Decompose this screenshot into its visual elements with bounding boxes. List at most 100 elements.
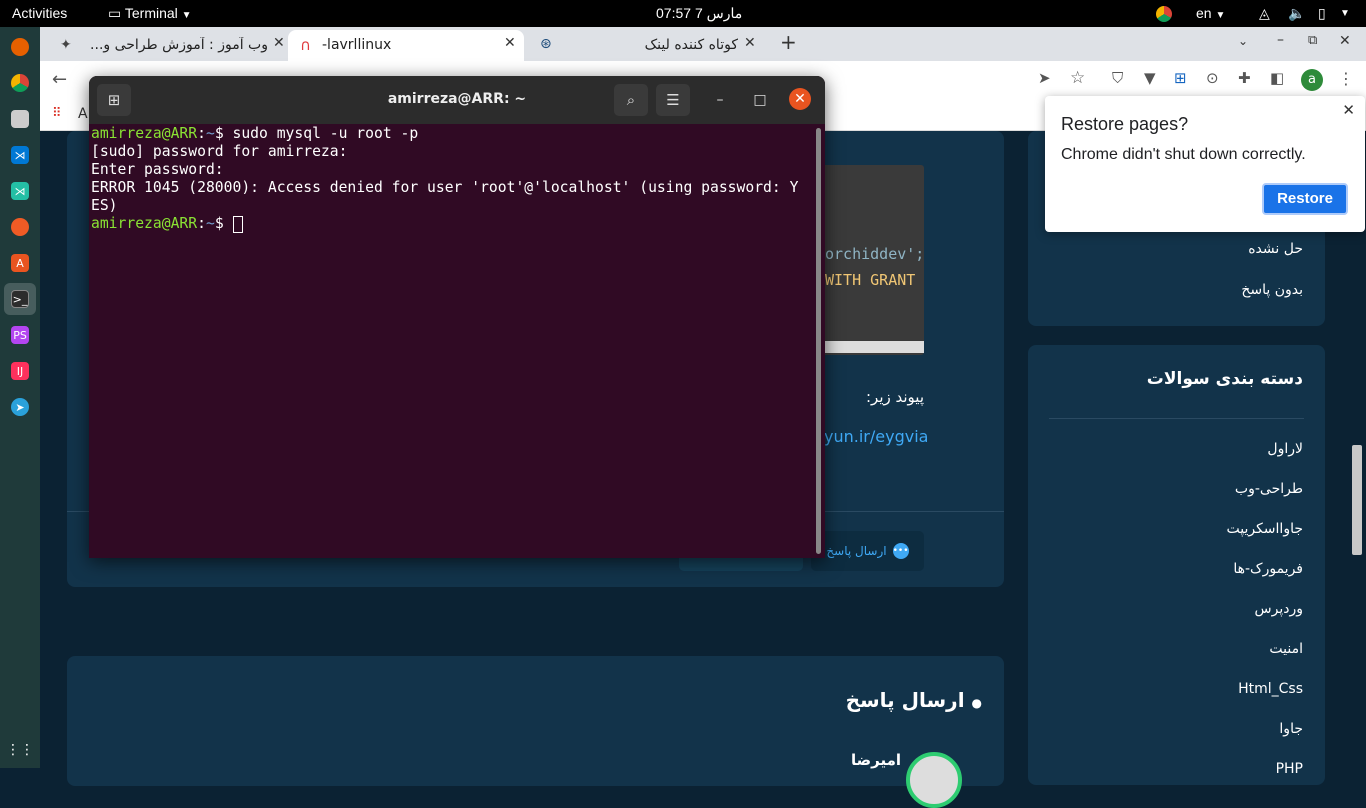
maximize-icon[interactable]: □	[748, 88, 772, 112]
bullet-icon: ●	[971, 696, 982, 710]
prompt-line: amirreza@ARR:~$	[91, 215, 811, 233]
close-icon[interactable]: ✕	[273, 35, 285, 51]
clock[interactable]: 07:57 مارس 7	[656, 5, 742, 22]
avatar	[906, 752, 962, 808]
telegram-icon[interactable]: ➤	[11, 398, 29, 416]
profile-avatar[interactable]: a	[1301, 69, 1323, 91]
chrome-tab-strip: ✦ وب آموز : آموزش طراحی و... ✕ ∩ -lavrll…	[40, 27, 1366, 61]
firefox-icon[interactable]	[11, 38, 29, 56]
side-panel-icon[interactable]: ◧	[1270, 69, 1284, 87]
category-web-design[interactable]: طراحی-وب	[1235, 481, 1303, 497]
category-php[interactable]: PHP	[1276, 761, 1303, 777]
hamburger-menu-icon[interactable]: ☰	[656, 84, 690, 116]
minimize-icon[interactable]: –	[1277, 32, 1284, 48]
chrome-menu-icon[interactable]: ⋮	[1338, 69, 1354, 88]
tab-webamooz[interactable]: ✦ وب آموز : آموزش طراحی و... ✕	[48, 30, 288, 61]
category-html-css[interactable]: Html_Css	[1238, 681, 1303, 697]
terminal-output[interactable]: amirreza@ARR:~$ sudo mysql -u root -p [su…	[91, 125, 811, 233]
minimize-icon[interactable]: –	[708, 88, 732, 112]
vscode-icon[interactable]: ⋊	[11, 146, 29, 164]
restore-button[interactable]: Restore	[1262, 183, 1348, 215]
code-line: orchiddev';	[825, 245, 925, 263]
short-link[interactable]: yun.ir/eygvia	[824, 427, 928, 446]
output-line: ERROR 1045 (28000): Access denied for us…	[91, 179, 799, 196]
output-line: [sudo] password for amirreza:	[91, 143, 348, 160]
send-reply-button[interactable]: ••• ارسال پاسخ	[811, 531, 924, 571]
extension-v-icon[interactable]: ▼	[1144, 69, 1156, 87]
link-label: پیوند زیر:	[865, 388, 924, 406]
terminal-window[interactable]: ⊞ amirreza@ARR: ~ ⌕ ☰ – □ ✕ amirreza@ARR…	[89, 76, 825, 558]
filter-unsolved[interactable]: حل نشده	[1248, 241, 1303, 257]
language-indicator[interactable]: en ▼	[1196, 5, 1225, 21]
close-icon[interactable]: ✕	[504, 35, 516, 51]
chrome-icon[interactable]	[11, 74, 29, 92]
close-icon[interactable]: ✕	[1342, 101, 1355, 119]
terminal-header-bar[interactable]: ⊞ amirreza@ARR: ~ ⌕ ☰ – □ ✕	[89, 76, 825, 124]
vscode-insiders-icon[interactable]: ⋊	[11, 182, 29, 200]
software-icon[interactable]: A	[11, 254, 29, 272]
page-scrollbar-thumb[interactable]	[1352, 445, 1362, 555]
category-security[interactable]: امنیت	[1269, 641, 1303, 657]
new-tab-button[interactable]: +	[780, 30, 797, 54]
category-java[interactable]: جاوا	[1279, 721, 1303, 737]
bookmark-item[interactable]: A	[78, 106, 88, 122]
tab-lavrllinux[interactable]: ∩ -lavrllinux ✕	[288, 30, 524, 61]
chevron-down-icon: ▼	[1215, 10, 1226, 21]
restore-title: Restore pages?	[1061, 114, 1189, 134]
category-frameworks[interactable]: فریمورک-ها	[1233, 561, 1303, 577]
tab-title: وب آموز : آموزش طراحی و...	[90, 37, 268, 53]
tab-title: کوتاه کننده لینک	[644, 37, 738, 53]
site-favicon-icon: ∩	[300, 36, 311, 54]
extensions-puzzle-icon[interactable]: ✚	[1238, 69, 1251, 87]
network-icon[interactable]: ◬	[1259, 5, 1270, 22]
cursor	[232, 215, 243, 233]
tab-title: -lavrllinux	[322, 37, 392, 53]
send-tab-icon[interactable]: ➤	[1038, 69, 1051, 87]
volume-icon[interactable]: 🔈	[1288, 5, 1305, 22]
terminal-scrollbar[interactable]	[816, 128, 821, 554]
back-arrow-icon[interactable]: ←	[52, 69, 67, 90]
category-laravel[interactable]: لاراول	[1267, 441, 1303, 457]
close-icon[interactable]: ✕	[789, 88, 811, 110]
category-wordpress[interactable]: وردپرس	[1255, 601, 1303, 617]
app-menu-label: Terminal	[124, 5, 178, 21]
command-text: sudo mysql -u root -p	[232, 125, 419, 142]
language-label: en	[1196, 5, 1212, 21]
terminal-icon[interactable]: >_	[11, 290, 29, 308]
tab-link-shortener[interactable]: ⊛ کوتاه کننده لینک ✕	[528, 30, 764, 61]
close-icon[interactable]: ✕	[744, 35, 756, 51]
gnome-top-bar: Activities ▭ Terminal ▼ 07:57 مارس 7 en …	[0, 0, 1366, 27]
restore-message: Chrome didn't shut down correctly.	[1061, 146, 1306, 163]
app-grid-icon[interactable]: ⋮⋮	[6, 741, 34, 759]
activities-button[interactable]: Activities	[12, 5, 67, 21]
categories-card: دسته بندی سوالات لاراول طراحی-وب جاوااسک…	[1028, 345, 1325, 785]
files-icon[interactable]	[11, 110, 29, 128]
extension-toolbox-icon[interactable]: ⊞	[1174, 69, 1187, 87]
intellij-icon[interactable]: IJ	[11, 362, 29, 380]
comment-icon: •••	[892, 543, 909, 559]
shortener-favicon-icon: ⊛	[540, 36, 552, 52]
output-line: Enter password:	[91, 161, 224, 178]
filter-no-answer[interactable]: بدون پاسخ	[1241, 282, 1303, 298]
tab-search-icon[interactable]: ⌄	[1238, 34, 1248, 48]
extension-code-icon[interactable]: ⊙	[1206, 69, 1219, 87]
chevron-down-icon: ▼	[181, 10, 192, 21]
category-javascript[interactable]: جاوااسکریپت	[1226, 521, 1303, 537]
postman-icon[interactable]	[11, 218, 29, 236]
phpstorm-icon[interactable]: PS	[11, 326, 29, 344]
apps-grid-icon[interactable]: ⠿	[52, 106, 62, 121]
search-icon[interactable]: ⌕	[614, 84, 648, 116]
battery-icon[interactable]: ▯	[1318, 5, 1326, 22]
command-line: amirreza@ARR:~$ sudo mysql -u root -p	[91, 125, 419, 142]
reply-heading: ● ارسال پاسخ	[846, 688, 982, 712]
prompt-user: amirreza@ARR	[91, 125, 198, 142]
extension-shield-icon[interactable]: ⛉	[1112, 69, 1123, 87]
code-scrollbar[interactable]	[825, 341, 924, 353]
app-menu[interactable]: ▭ Terminal ▼	[108, 5, 192, 22]
restore-window-icon[interactable]: ⧉	[1308, 33, 1317, 48]
close-window-icon[interactable]: ✕	[1339, 33, 1351, 49]
prompt-path: ~	[205, 125, 215, 142]
bookmark-star-icon[interactable]: ☆	[1070, 68, 1085, 88]
system-menu-chevron-icon[interactable]: ▼	[1340, 8, 1350, 19]
chrome-indicator-icon[interactable]	[1156, 6, 1172, 22]
